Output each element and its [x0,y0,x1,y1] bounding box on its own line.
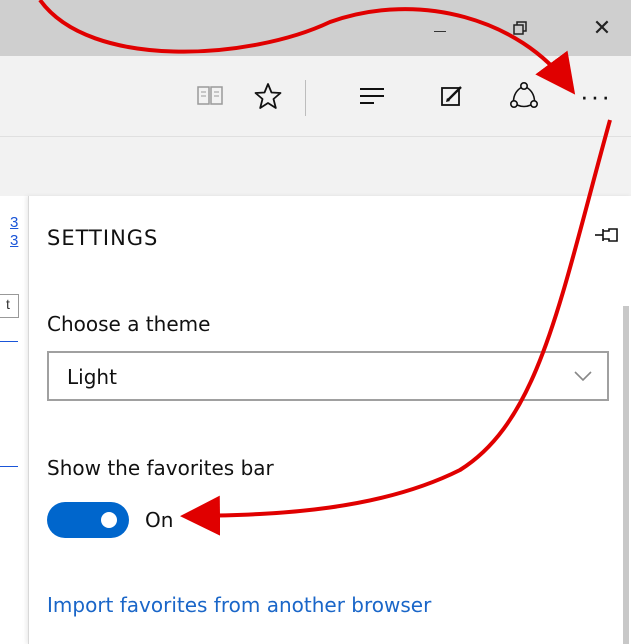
theme-select[interactable]: Light [47,351,609,401]
page-rule [0,466,18,467]
toolbar-divider [305,80,306,116]
panel-scrollbar[interactable] [623,306,629,644]
toggle-knob [101,512,117,528]
web-note-button[interactable] [434,78,470,114]
chevron-down-icon [574,371,592,382]
minimize-button[interactable] [420,14,460,42]
close-icon: ✕ [592,15,612,40]
page-rule [0,341,18,342]
page-link-fragment[interactable]: 3 [10,232,18,249]
page-input-fragment: t [0,294,19,318]
more-actions-icon: ··· [580,81,612,111]
restore-button[interactable] [500,14,540,42]
reading-view-button[interactable] [192,78,228,114]
minimize-icon [434,30,446,32]
restore-icon [513,21,527,35]
settings-panel: SETTINGS Choose a theme Light Show the f… [28,196,631,644]
reading-view-icon [197,86,223,105]
browser-toolbar: ··· [0,56,631,136]
page-link-fragment[interactable]: 3 [10,214,18,231]
settings-title: SETTINGS [47,226,159,250]
page-content-fragment: 3 3 t [0,196,28,644]
share-button[interactable] [506,78,542,114]
close-button[interactable]: ✕ [582,14,622,42]
favorites-bar-toggle[interactable] [47,502,129,538]
add-favorite-button[interactable] [250,78,286,114]
theme-label: Choose a theme [47,312,211,336]
favorites-bar-label: Show the favorites bar [47,456,274,480]
hub-icon [360,88,384,104]
favorites-bar-state: On [145,508,174,532]
theme-select-value: Light [67,365,117,389]
web-note-icon [441,86,462,106]
favorites-star-icon [254,83,282,109]
more-actions-button[interactable]: ··· [578,78,614,122]
import-favorites-link[interactable]: Import favorites from another browser [47,593,431,617]
address-bar-area [0,136,631,197]
hub-button[interactable] [354,78,390,114]
title-bar: ✕ [0,0,631,56]
share-icon [509,81,538,108]
pin-icon[interactable] [593,224,623,246]
page-text-fragment: t [6,296,10,312]
